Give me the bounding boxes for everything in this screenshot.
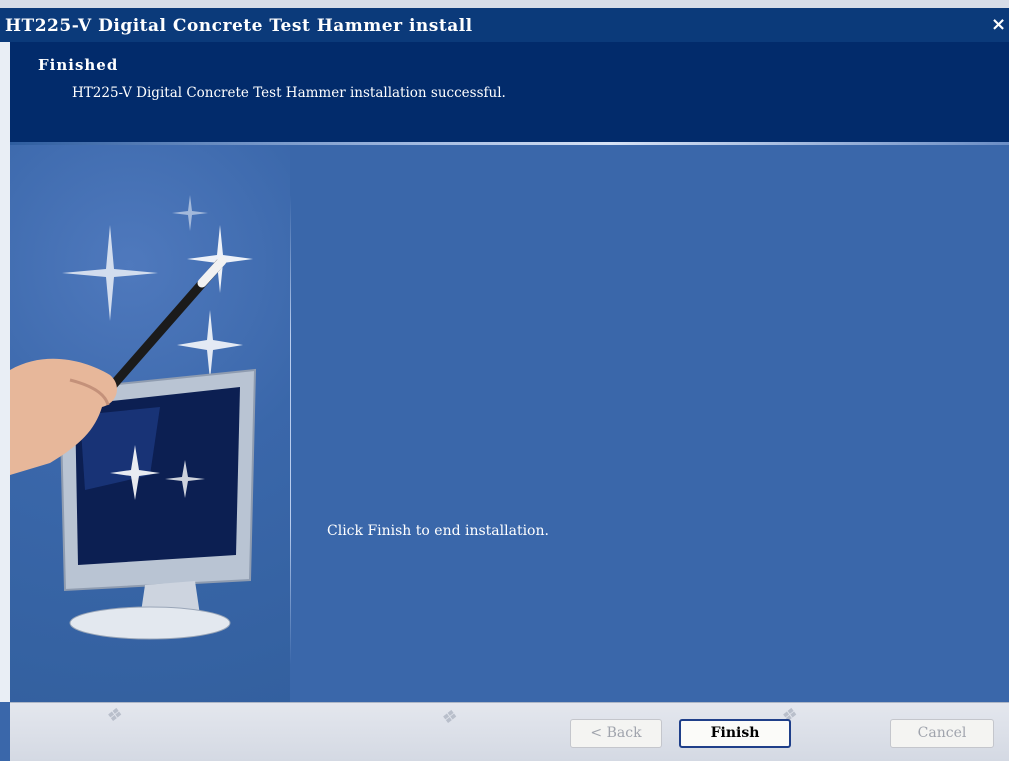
footer-watermark: ❖ <box>440 707 457 728</box>
finish-button[interactable]: Finish <box>679 719 791 748</box>
header-banner: Finished HT225-V Digital Concrete Test H… <box>10 42 1009 142</box>
wizard-illustration <box>10 145 290 702</box>
page-title: Finished <box>38 56 119 74</box>
button-bar: ❖ ❖ ❖ < Back Finish Cancel <box>10 702 1009 761</box>
cancel-button[interactable]: Cancel <box>890 719 994 748</box>
installer-window: HT225-V Digital Concrete Test Hammer ins… <box>0 0 1009 761</box>
close-icon: × <box>990 14 1007 35</box>
sparkle-icon <box>62 195 253 380</box>
footer-watermark: ❖ <box>105 705 122 726</box>
illustration-svg <box>10 195 257 640</box>
window-title: HT225-V Digital Concrete Test Hammer ins… <box>5 16 473 36</box>
page-subtitle: HT225-V Digital Concrete Test Hammer ins… <box>72 85 506 101</box>
window-edge <box>0 42 10 702</box>
body-divider <box>290 195 291 665</box>
close-button[interactable]: × <box>988 14 1009 35</box>
title-bar[interactable]: HT225-V Digital Concrete Test Hammer ins… <box>0 0 1009 42</box>
back-button[interactable]: < Back <box>570 719 662 748</box>
wizard-body: Click Finish to end installation. <box>10 145 1009 702</box>
finish-message: Click Finish to end installation. <box>327 523 549 539</box>
